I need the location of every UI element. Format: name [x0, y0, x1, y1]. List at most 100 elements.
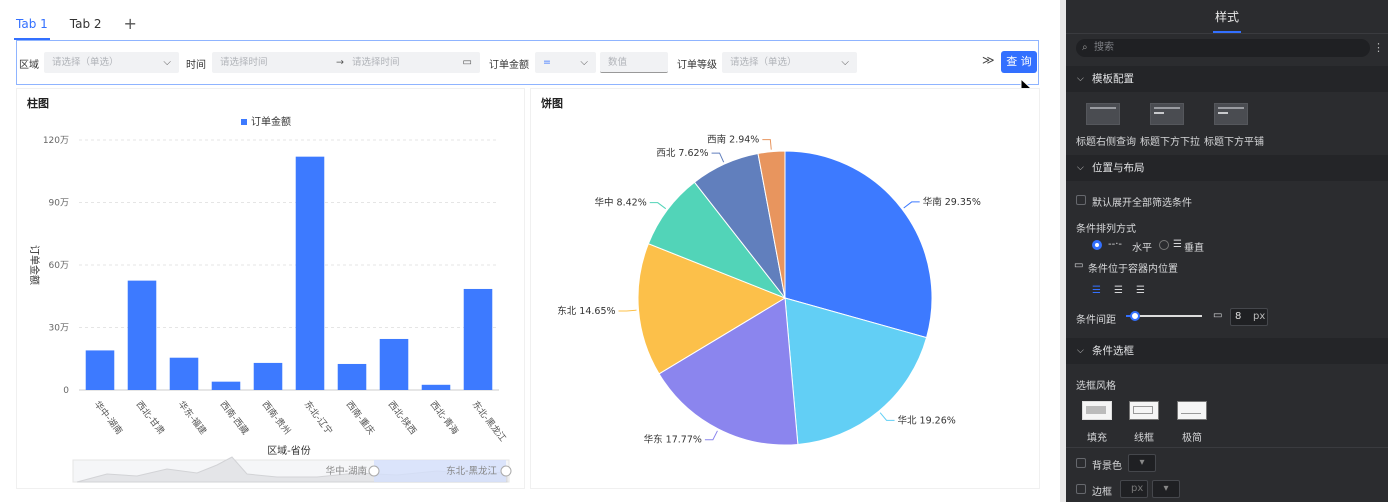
template-label-3: 标题下方平铺	[1204, 137, 1264, 148]
filter-bar: 区域 请选择（单选） ⌵ 时间 请选择时间 → 请选择时间 ▭ 订单金额 = ⌵…	[16, 40, 1039, 85]
position-label: 条件位于容器内位置	[1088, 264, 1178, 275]
amount-label: 订单金额	[489, 60, 529, 71]
bar	[463, 288, 493, 390]
pie-label: 华北 19.26%	[898, 414, 956, 426]
x-tick-label: 西北-甘肃	[134, 398, 168, 436]
arrange-vertical-radio[interactable]	[1159, 240, 1169, 250]
box-style-name-1: 填充	[1087, 433, 1107, 444]
spacing-unit: px	[1253, 311, 1266, 322]
spacing-value: 8	[1235, 311, 1242, 322]
chevron-down-icon: ⌵	[1077, 346, 1084, 356]
query-button[interactable]: 查 询	[1001, 51, 1037, 73]
bg-color-picker[interactable]: ▾	[1128, 454, 1156, 472]
tab-2[interactable]: Tab 2	[70, 10, 102, 38]
bar	[211, 381, 241, 390]
monitor-icon: ▭	[1213, 310, 1223, 321]
pie-label-line	[649, 202, 667, 210]
pie-label: 西北 7.62%	[656, 148, 708, 159]
box-style-name-3: 极简	[1182, 433, 1202, 444]
spacing-input[interactable]: 8 px	[1230, 308, 1268, 326]
arrange-horizontal-label: 水平	[1132, 243, 1152, 254]
section-box-label: 条件选框	[1092, 345, 1134, 357]
align-right-icon[interactable]: ☰	[1136, 285, 1145, 296]
template-below-tiled[interactable]	[1214, 103, 1248, 125]
pie-label-line	[762, 139, 772, 150]
more-icon[interactable]: ⋮	[1373, 41, 1384, 54]
x-axis-label: 区域-省份	[267, 444, 311, 457]
bar	[127, 280, 157, 390]
pie-label-line	[903, 201, 920, 209]
x-tick-label: 华中-湖南	[92, 398, 126, 436]
arrange-horizontal-radio[interactable]	[1092, 240, 1102, 250]
pie-label: 东北 14.65%	[557, 305, 615, 317]
chevron-down-icon: ⌵	[163, 57, 171, 68]
bar-chart-panel: 柱图 订单金额 0 30万 60万 90万 120万 订单金额 华中-湖南 西北-甘肃 华东-福建…	[16, 88, 525, 489]
chevron-down-icon: ⌵	[1077, 74, 1084, 84]
pie-label: 华南 29.35%	[923, 196, 981, 208]
section-layout[interactable]: ⌵ 位置与布局	[1066, 155, 1388, 181]
time-label: 时间	[186, 60, 206, 71]
template-label-2: 标题下方下拉	[1140, 137, 1200, 148]
expand-all-checkbox[interactable]	[1076, 195, 1086, 205]
legend-label: 订单金额	[251, 115, 291, 128]
level-select[interactable]: 请选择（单选） ⌵	[722, 52, 857, 73]
box-style-outline[interactable]	[1129, 401, 1159, 420]
search-input[interactable]: ⌕ 搜索	[1076, 39, 1370, 57]
bar	[295, 156, 325, 390]
chevron-down-icon: ⌵	[1077, 163, 1084, 173]
time-range-picker[interactable]: 请选择时间 → 请选择时间 ▭	[212, 52, 480, 73]
add-tab-button[interactable]: +	[124, 10, 137, 38]
template-below-dropdown[interactable]	[1150, 103, 1184, 125]
bar-chart: 订单金额030万60万90万120万订单金额华中-湖南 西北-甘肃 华东-福建 西南-…	[28, 115, 512, 483]
pie-label: 西南 2.94%	[707, 134, 759, 146]
y-tick-label: 60万	[49, 261, 69, 271]
pie-chart-panel: 饼图 华南 29.35% 华北 19.26% 华东 17.77% 东北 14.65% 华…	[530, 88, 1040, 489]
bar	[337, 363, 367, 390]
x-tick-label: 东北-黑龙江	[470, 398, 509, 443]
y-tick-label: 30万	[49, 324, 69, 334]
region-placeholder: 请选择（单选）	[52, 57, 119, 68]
box-style-fill[interactable]	[1082, 401, 1112, 420]
pie-label-line	[711, 152, 725, 163]
box-style-minimal[interactable]	[1177, 401, 1207, 420]
border-width-input[interactable]: px	[1120, 480, 1148, 498]
x-tick-label: 西北-陕西	[386, 398, 420, 436]
x-tick-label: 西南-贵州	[260, 398, 294, 436]
pie-label-line	[879, 412, 895, 421]
x-tick-label: 西南-重庆	[344, 398, 378, 436]
y-axis-label: 订单金额	[28, 245, 41, 285]
box-style-name-2: 线框	[1134, 433, 1154, 444]
arrange-vertical-label: 垂直	[1184, 243, 1204, 254]
datazoom-handle-left	[368, 465, 380, 477]
expand-icon[interactable]: ≫	[982, 53, 995, 67]
section-layout-label: 位置与布局	[1092, 162, 1145, 174]
border-checkbox[interactable]	[1076, 484, 1086, 494]
section-template-label: 模板配置	[1092, 73, 1134, 85]
time-start-placeholder: 请选择时间	[220, 57, 268, 68]
amount-input[interactable]: 数值	[600, 52, 668, 73]
amount-operator-select[interactable]: = ⌵	[535, 52, 596, 73]
section-condition-box[interactable]: ⌵ 条件选框	[1066, 338, 1388, 364]
section-template[interactable]: ⌵ 模板配置	[1066, 66, 1388, 92]
pie-chart-title: 饼图	[541, 97, 563, 110]
bar-chart-title: 柱图	[27, 97, 49, 110]
align-center-icon[interactable]: ☰	[1114, 285, 1123, 296]
bg-color-label: 背景色	[1092, 461, 1122, 472]
chevron-down-icon: ⌵	[580, 57, 588, 68]
align-left-icon[interactable]: ☰	[1092, 285, 1101, 296]
y-tick-label: 0	[63, 386, 69, 396]
bg-color-checkbox[interactable]	[1076, 458, 1086, 468]
amount-operator: =	[543, 57, 551, 68]
x-tick-label: 西北-青海	[428, 398, 462, 436]
template-right-query[interactable]	[1086, 103, 1120, 125]
region-select[interactable]: 请选择（单选） ⌵	[44, 52, 179, 73]
bar	[85, 350, 115, 390]
tab-1[interactable]: Tab 1	[14, 10, 50, 40]
bar	[169, 357, 199, 390]
app-root: Tab 1 Tab 2 + 区域 请选择（单选） ⌵ 时间 请选择时间 → 请选…	[0, 0, 1388, 502]
bar	[253, 362, 283, 390]
border-unit: px	[1131, 483, 1144, 494]
chevron-down-icon: ⌵	[841, 57, 849, 68]
spacing-slider-handle[interactable]	[1130, 311, 1140, 321]
border-color-picker[interactable]: ▾	[1152, 480, 1180, 498]
